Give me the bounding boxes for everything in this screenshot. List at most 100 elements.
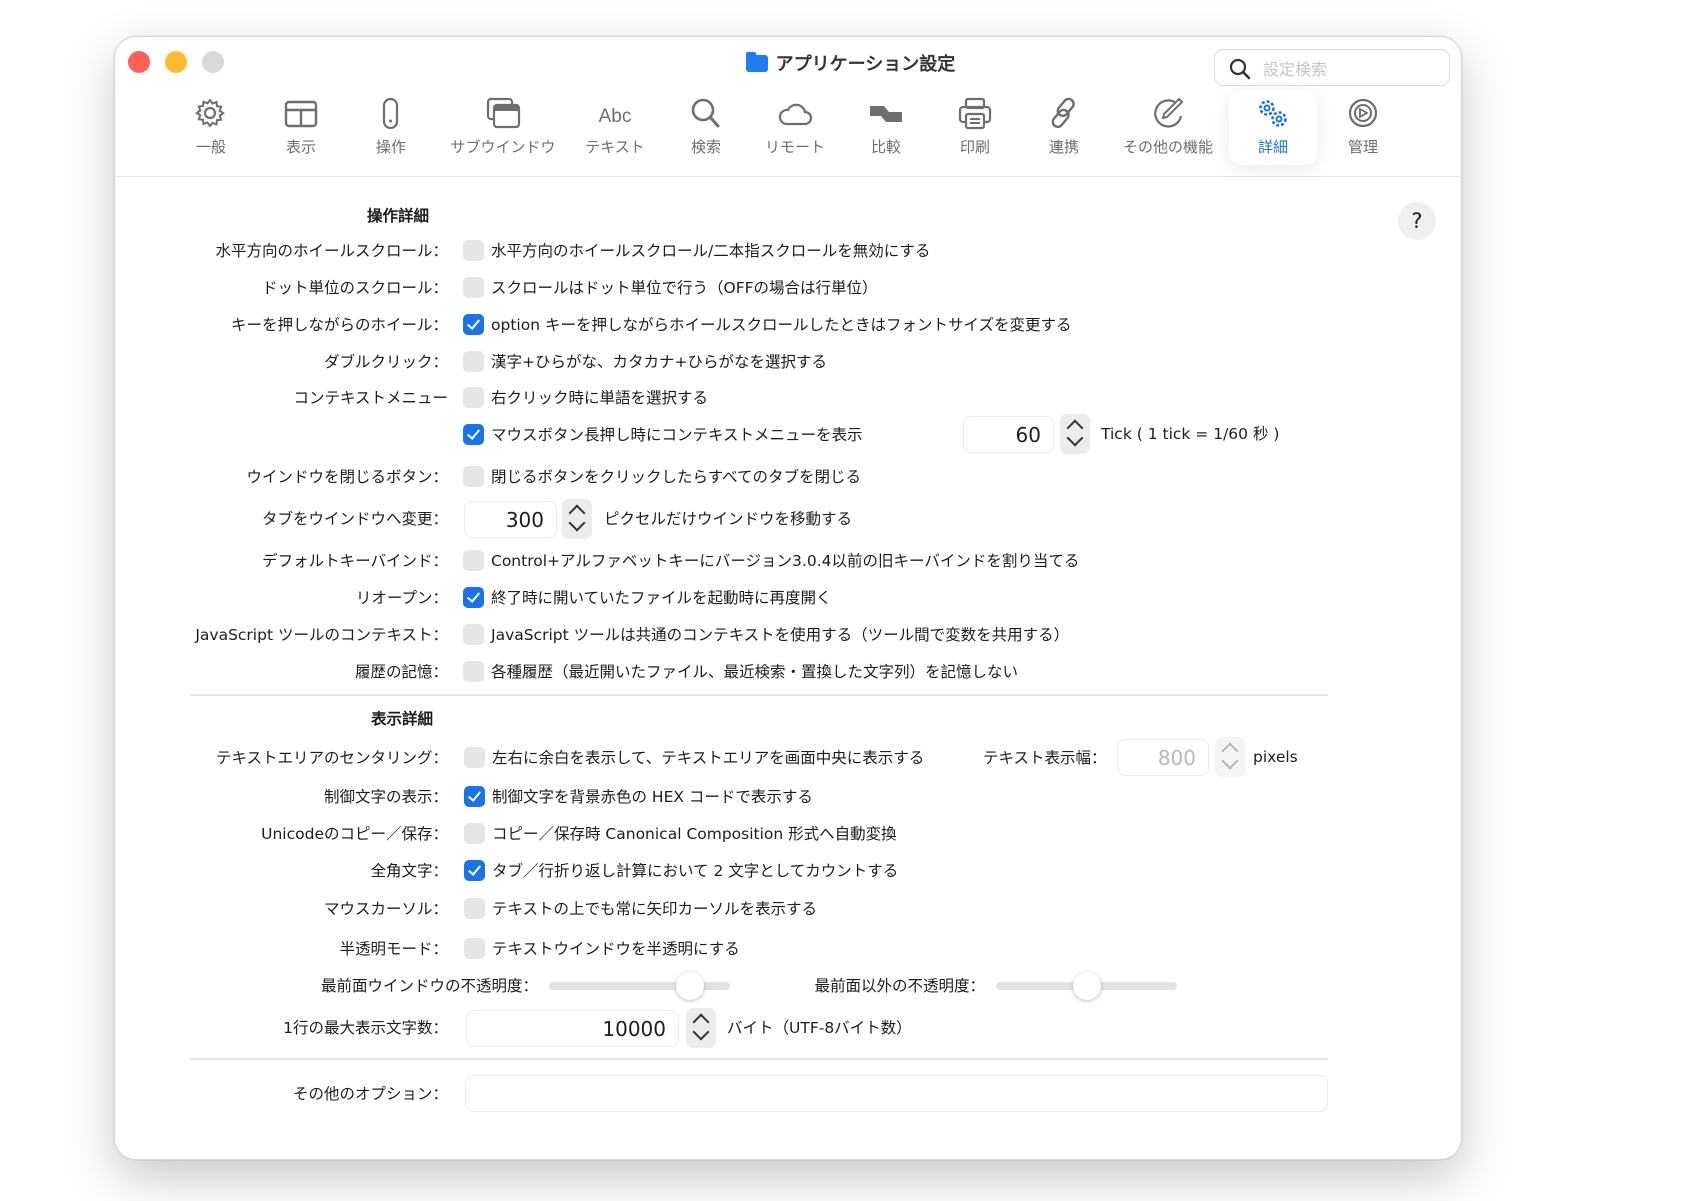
setting-checkbox[interactable]: [463, 466, 484, 487]
setting-checkbox[interactable]: [463, 424, 484, 445]
toolbar-tab-2[interactable]: 操作: [336, 92, 446, 164]
setting-checkbox[interactable]: [464, 786, 485, 807]
setting-label: 履歴の記憶：: [354, 663, 448, 681]
toolbar-tab-label: 管理: [1347, 138, 1378, 156]
tab-to-window-stepper[interactable]: [562, 499, 592, 539]
setting-label: コンテキストメニュー: [293, 389, 448, 407]
setting-checkbox[interactable]: [463, 587, 484, 608]
toolbar-tab-12[interactable]: 管理: [1308, 92, 1418, 164]
setting-checkbox[interactable]: [463, 624, 484, 645]
setting-checkbox[interactable]: [463, 277, 484, 298]
setting-checkbox[interactable]: [464, 898, 485, 919]
setting-checkbox[interactable]: [463, 314, 484, 335]
setting-description: 閉じるボタンをクリックしたらすべてのタブを閉じる: [491, 468, 861, 486]
section-heading-display: 表示詳細: [370, 710, 434, 728]
setting-label: 水平方向のホイールスクロール：: [215, 242, 448, 260]
setting-description: 漢字+ひらがな、カタカナ+ひらがなを選択する: [491, 353, 827, 371]
setting-description: マウスボタン長押し時にコンテキストメニューを表示: [491, 426, 863, 444]
window-title-text: アプリケーション設定: [775, 54, 956, 75]
cloud-icon: [778, 103, 813, 126]
setting-label: 全角文字：: [370, 862, 448, 880]
section-divider: [190, 1058, 1328, 1060]
long-press-ticks-stepper[interactable]: [1060, 414, 1090, 454]
setting-description: Control+アルファベットキーにバージョン3.0.4以前の旧キーバインドを割…: [491, 552, 1080, 570]
text-width-unit: pixels: [1253, 748, 1298, 766]
other-opacity-label: 最前面以外の不透明度：: [814, 977, 985, 995]
search-input[interactable]: [1261, 56, 1445, 82]
tab-to-window-input[interactable]: 300: [464, 501, 557, 538]
layout-icon: [284, 100, 318, 128]
max-chars-label: 1行の最大表示文字数：: [283, 1019, 448, 1037]
setting-checkbox[interactable]: [463, 240, 484, 261]
setting-checkbox[interactable]: [464, 860, 485, 881]
setting-description: テキストウインドウを半透明にする: [492, 940, 740, 958]
setting-description: 左右に余白を表示して、テキストエリアを画面中央に表示する: [492, 749, 925, 767]
setting-label: キーを押しながらのホイール：: [230, 316, 448, 334]
setting-description: スクロールはドット単位で行う（OFFの場合は行単位）: [491, 279, 878, 297]
toolbar-tab-3[interactable]: サブウインドウ: [448, 92, 558, 164]
setting-label: テキストエリアのセンタリング：: [215, 749, 448, 767]
gears-icon: [1259, 100, 1287, 127]
text-width-label: テキスト表示幅：: [983, 749, 1107, 767]
setting-description: テキストの上でも常に矢印カーソルを表示する: [492, 900, 818, 918]
search-icon: [1229, 58, 1251, 80]
setting-label: デフォルトキーバインド：: [262, 552, 448, 570]
folder-icon: [745, 52, 768, 72]
setting-description: コピー／保存時 Canonical Composition 形式へ自動変換: [492, 825, 897, 843]
gear-icon: [195, 98, 225, 128]
setting-description: 水平方向のホイールスクロール/二本指スクロールを無効にする: [491, 242, 931, 260]
setting-checkbox[interactable]: [463, 550, 484, 571]
setting-description: JavaScript ツールは共通のコンテキストを使用する（ツール間で変数を共用…: [491, 626, 1070, 644]
setting-description: option キーを押しながらホイールスクロールしたときはフォントサイズを変更す…: [491, 316, 1072, 334]
section-heading-operation: 操作詳細: [366, 207, 430, 225]
setting-checkbox[interactable]: [464, 938, 485, 959]
max-chars-unit: バイト（UTF-8バイト数）: [727, 1019, 912, 1037]
compare-icon: [870, 106, 902, 122]
windows-icon: [486, 97, 521, 129]
text-width-stepper: [1215, 737, 1245, 777]
setting-checkbox[interactable]: [463, 661, 484, 682]
front-opacity-slider-thumb[interactable]: [676, 972, 705, 1000]
toolbar-tab-10[interactable]: その他の機能: [1113, 92, 1223, 164]
mouse-icon: [382, 97, 399, 130]
toolbar-tab-label: 操作: [375, 138, 406, 156]
other-opacity-slider[interactable]: [996, 972, 1177, 1000]
printer-icon: [958, 97, 992, 130]
max-chars-input[interactable]: 10000: [466, 1010, 679, 1047]
long-press-unit: Tick ( 1 tick = 1/60 秒 ): [1101, 425, 1280, 443]
other-options-input[interactable]: [465, 1075, 1328, 1112]
setting-label: 制御文字の表示：: [323, 788, 448, 806]
svg-text:Abc: Abc: [599, 106, 632, 127]
toolbar-divider: [115, 176, 1459, 177]
tab-to-window-unit: ピクセルだけウインドウを移動する: [604, 510, 853, 528]
text-width-input: 800: [1117, 739, 1209, 776]
tab-to-window-label: タブをウインドウへ変更：: [261, 510, 448, 528]
setting-description: タブ／行折り返し計算において 2 文字としてカウントする: [492, 862, 899, 880]
toolbar-tab-label: サブウインドウ: [450, 138, 556, 156]
setting-checkbox[interactable]: [464, 747, 485, 768]
setting-checkbox[interactable]: [463, 351, 484, 372]
help-button[interactable]: ?: [1398, 202, 1436, 240]
other-options-label: その他のオプション：: [292, 1085, 448, 1103]
setting-label: ドット単位のスクロール：: [261, 279, 448, 297]
other-opacity-slider-thumb[interactable]: [1072, 972, 1101, 1000]
front-opacity-label: 最前面ウインドウの不透明度：: [320, 977, 538, 995]
setting-label: ダブルクリック：: [323, 353, 448, 371]
admin-gear-icon: [1348, 98, 1378, 128]
setting-label: 半透明モード：: [339, 940, 448, 958]
setting-label: ウインドウを閉じるボタン：: [246, 468, 448, 486]
setting-checkbox[interactable]: [463, 387, 484, 408]
search-field[interactable]: [1214, 49, 1450, 86]
setting-label: リオープン：: [355, 589, 448, 607]
max-chars-stepper[interactable]: [686, 1008, 716, 1048]
setting-label: JavaScript ツールのコンテキスト：: [195, 626, 448, 644]
pencil-circle-icon: [1154, 97, 1184, 128]
setting-checkbox[interactable]: [464, 823, 485, 844]
front-opacity-slider[interactable]: [549, 972, 730, 1000]
long-press-ticks-input[interactable]: 60: [963, 416, 1054, 453]
setting-description: 右クリック時に単語を選択する: [491, 389, 709, 407]
setting-label: Unicodeのコピー／保存：: [261, 825, 448, 843]
abc-icon: Abc: [599, 106, 632, 127]
link-icon: [1051, 97, 1075, 129]
section-divider: [190, 694, 1328, 696]
